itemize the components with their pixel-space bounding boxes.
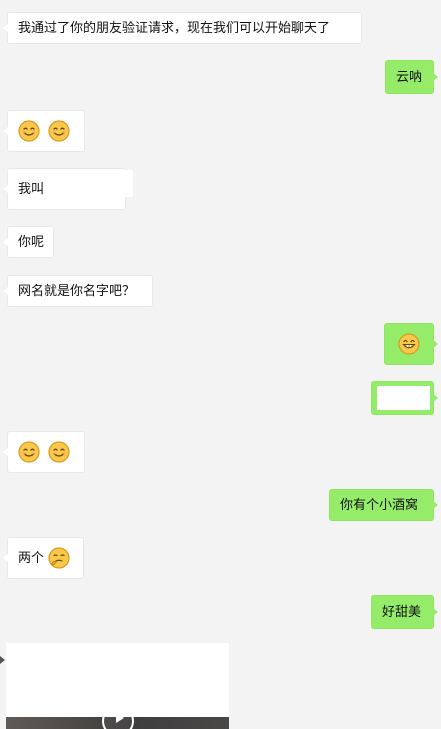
smile-emoji [48, 120, 70, 142]
message-text-7: 两个 [18, 550, 45, 566]
message-text-8: 好甜美 [382, 604, 422, 620]
outgoing-message-2[interactable] [371, 381, 434, 415]
message-text-6: 你有个小酒窝 [340, 497, 419, 513]
emoji-row-2 [18, 441, 70, 463]
outgoing-message-1[interactable]: 云呐 [385, 60, 434, 94]
video-message[interactable] [6, 643, 229, 729]
redacted-outgoing-message [377, 386, 430, 410]
play-triangle-icon [116, 713, 124, 723]
play-icon[interactable] [102, 705, 134, 729]
outgoing-message-4[interactable]: 好甜美 [371, 595, 434, 629]
message-text-4: 你呢 [18, 234, 45, 250]
message-text-1: 我通过了你的朋友验证请求，现在我们可以开始聊天了 [18, 20, 331, 36]
redacted-name [47, 170, 133, 197]
emoji-row-1 [18, 120, 70, 142]
smile-emoji [18, 120, 40, 142]
smile-emoji [18, 441, 40, 463]
outgoing-message-3[interactable]: 你有个小酒窝 [329, 489, 434, 521]
incoming-message-5[interactable]: 两个 [7, 537, 84, 579]
chat-screen: 我通过了你的朋友验证请求，现在我们可以开始聊天了 云呐 我叫 你呢 网名就是你名… [0, 0, 441, 729]
outgoing-emoji-message-1[interactable] [384, 323, 434, 365]
incoming-media-pointer [0, 656, 5, 664]
message-text-5: 网名就是你名字吧？ [18, 283, 136, 299]
incoming-emoji-message-1[interactable] [7, 110, 85, 152]
incoming-message-4[interactable]: 网名就是你名字吧？ [7, 275, 153, 307]
message-text-2: 云呐 [396, 69, 423, 85]
smile-emoji [48, 441, 70, 463]
incoming-message-1[interactable]: 我通过了你的朋友验证请求，现在我们可以开始聊天了 [7, 12, 362, 44]
grin-emoji [398, 333, 420, 355]
message-text-3: 我叫 [18, 181, 45, 197]
thinking-emoji [48, 547, 70, 569]
incoming-message-3[interactable]: 你呢 [7, 226, 54, 258]
incoming-emoji-message-2[interactable] [7, 431, 85, 473]
